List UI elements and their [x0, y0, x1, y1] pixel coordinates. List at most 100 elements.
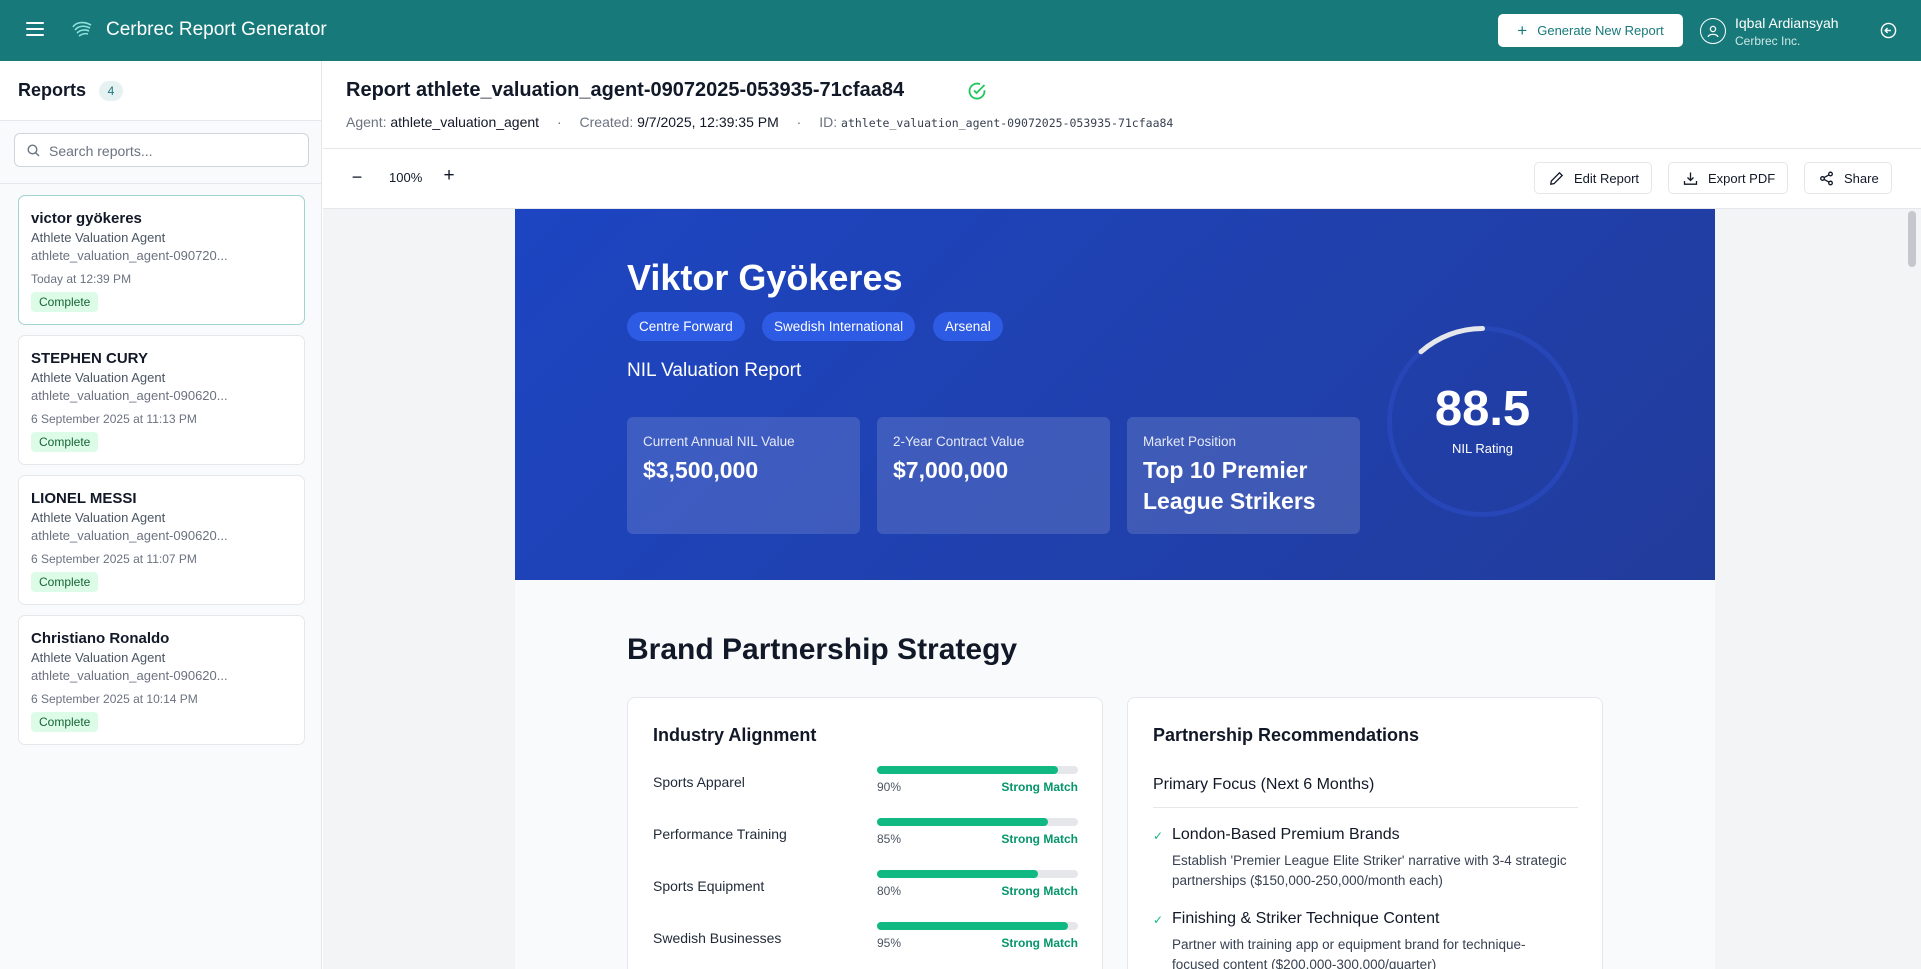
edit-report-label: Edit Report — [1574, 170, 1640, 186]
share-label: Share — [1844, 170, 1879, 186]
zoom-out-button[interactable]: − — [349, 167, 365, 187]
nil-rating-value: 88.5 — [1434, 382, 1531, 436]
reports-count-badge: 4 — [99, 81, 123, 101]
industry-row: Sports Equipment 80% Strong Match — [653, 870, 1083, 910]
report-card-agent: Athlete Valuation Agent — [31, 650, 166, 665]
stat-card: Market Position Top 10 Premier League St… — [1127, 417, 1360, 534]
search-icon — [27, 144, 40, 157]
industry-row: Performance Training 85% Strong Match — [653, 818, 1083, 858]
industry-progress-bar — [877, 870, 1078, 878]
report-card-name: victor gyökeres — [31, 210, 142, 227]
logout-icon[interactable] — [1880, 22, 1897, 39]
generate-new-report-label: Generate New Report — [1537, 23, 1664, 38]
industry-progress-fill — [877, 818, 1048, 826]
reports-sidebar: Reports 4 victor gyökeres Athlete Valuat… — [0, 61, 322, 969]
industry-name: Performance Training — [653, 826, 787, 842]
report-card-name: Christiano Ronaldo — [31, 630, 170, 647]
menu-icon[interactable] — [26, 22, 44, 38]
industry-name: Swedish Businesses — [653, 930, 782, 946]
report-card-id: athlete_valuation_agent-090720... — [31, 248, 228, 263]
status-badge: Complete — [31, 292, 99, 312]
industry-match: Strong Match — [1001, 780, 1078, 794]
divider — [1153, 807, 1578, 808]
vertical-scrollbar[interactable] — [1908, 211, 1916, 267]
divider — [0, 183, 321, 184]
search-box — [14, 133, 309, 167]
report-card-id: athlete_valuation_agent-090620... — [31, 668, 228, 683]
panel-subtitle: Primary Focus (Next 6 Months) — [1153, 776, 1375, 793]
report-title: Report athlete_valuation_agent-09072025-… — [346, 79, 905, 101]
industry-match: Strong Match — [1001, 936, 1078, 950]
brand-logo-icon — [72, 21, 92, 37]
status-badge: Complete — [31, 572, 99, 592]
industry-progress-bar — [877, 818, 1078, 826]
report-card-name: STEPHEN CURY — [31, 350, 148, 367]
athlete-hero: Viktor Gyökeres Centre Forward Swedish I… — [515, 209, 1715, 580]
stat-value: $7,000,000 — [893, 457, 1009, 483]
industry-progress-bar — [877, 922, 1078, 930]
stat-label: Current Annual NIL Value — [643, 434, 795, 449]
export-pdf-label: Export PDF — [1708, 170, 1776, 186]
report-toolbar: − 100% + Edit Report Export PDF Share — [323, 149, 1921, 209]
industry-row: Swedish Businesses 95% Strong Match — [653, 922, 1083, 962]
report-card-time: Today at 12:39 PM — [31, 272, 132, 286]
industry-name: Sports Apparel — [653, 774, 745, 790]
report-viewport[interactable]: Viktor Gyökeres Centre Forward Swedish I… — [323, 209, 1921, 969]
sidebar-header: Reports 4 — [0, 61, 321, 121]
report-card-time: 6 September 2025 at 11:07 PM — [31, 552, 197, 566]
zoom-level: 100% — [389, 170, 423, 185]
industry-percent: 95% — [877, 936, 902, 950]
share-button[interactable]: Share — [1804, 162, 1892, 194]
club-tag: Arsenal — [933, 312, 1003, 341]
zoom-in-button[interactable]: + — [441, 165, 457, 186]
industry-alignment-panel: Industry Alignment Sports Apparel 90% St… — [627, 697, 1103, 969]
report-card-id: athlete_valuation_agent-090620... — [31, 528, 228, 543]
status-badge: Complete — [31, 432, 99, 452]
stat-card: 2-Year Contract Value $7,000,000 — [877, 417, 1110, 534]
agent-meta-label: Agent: — [346, 114, 387, 130]
industry-match: Strong Match — [1001, 832, 1078, 846]
stat-value: $3,500,000 — [643, 457, 759, 483]
recommendation-description: Establish 'Premier League Elite Striker'… — [1172, 853, 1567, 888]
report-card[interactable]: LIONEL MESSI Athlete Valuation Agent ath… — [18, 475, 305, 605]
report-meta: Agent: athlete_valuation_agent · Created… — [346, 114, 1173, 130]
report-card-id: athlete_valuation_agent-090620... — [31, 388, 228, 403]
industry-match: Strong Match — [1001, 884, 1078, 898]
report-card[interactable]: Christiano Ronaldo Athlete Valuation Age… — [18, 615, 305, 745]
checkmark-icon: ✓ — [1153, 913, 1164, 927]
report-document: Viktor Gyökeres Centre Forward Swedish I… — [515, 209, 1715, 969]
search-input[interactable] — [49, 140, 299, 162]
edit-report-button[interactable]: Edit Report — [1534, 162, 1653, 194]
sidebar-title: Reports — [18, 80, 87, 100]
industry-progress-fill — [877, 922, 1068, 930]
user-avatar-icon[interactable] — [1700, 18, 1726, 44]
industry-progress-bar — [877, 766, 1078, 774]
report-header: Report athlete_valuation_agent-09072025-… — [323, 61, 1921, 149]
industry-row: Sports Apparel 90% Strong Match — [653, 766, 1083, 806]
report-card[interactable]: victor gyökeres Athlete Valuation Agent … — [18, 195, 305, 325]
position-tag: Centre Forward — [627, 312, 745, 341]
status-badge: Complete — [31, 712, 99, 732]
stat-label: 2-Year Contract Value — [893, 434, 1025, 449]
id-meta-label: ID: — [819, 114, 838, 130]
report-card[interactable]: STEPHEN CURY Athlete Valuation Agent ath… — [18, 335, 305, 465]
partnership-recommendations-panel: Partnership Recommendations Primary Focu… — [1127, 697, 1603, 969]
check-circle-icon — [968, 82, 986, 100]
meta-separator: · — [556, 114, 562, 130]
created-meta-value: 9/7/2025, 12:39:35 PM — [637, 114, 779, 130]
recommendation-title: London-Based Premium Brands — [1172, 826, 1400, 843]
stat-label: Market Position — [1143, 434, 1237, 449]
industry-percent: 80% — [877, 884, 902, 898]
export-pdf-button[interactable]: Export PDF — [1668, 162, 1789, 194]
app-title: Cerbrec Report Generator — [106, 19, 327, 40]
user-name: Iqbal Ardiansyah — [1735, 15, 1839, 31]
top-bar: Cerbrec Report Generator + Generate New … — [0, 0, 1921, 61]
industry-progress-fill — [877, 870, 1038, 878]
report-card-agent: Athlete Valuation Agent — [31, 230, 166, 245]
recommendation-title: Finishing & Striker Technique Content — [1172, 910, 1440, 927]
generate-new-report-button[interactable]: + Generate New Report — [1498, 14, 1683, 47]
section-title: Brand Partnership Strategy — [627, 633, 1018, 666]
industry-percent: 85% — [877, 832, 902, 846]
agent-meta-value: athlete_valuation_agent — [390, 114, 540, 130]
report-card-agent: Athlete Valuation Agent — [31, 510, 166, 525]
